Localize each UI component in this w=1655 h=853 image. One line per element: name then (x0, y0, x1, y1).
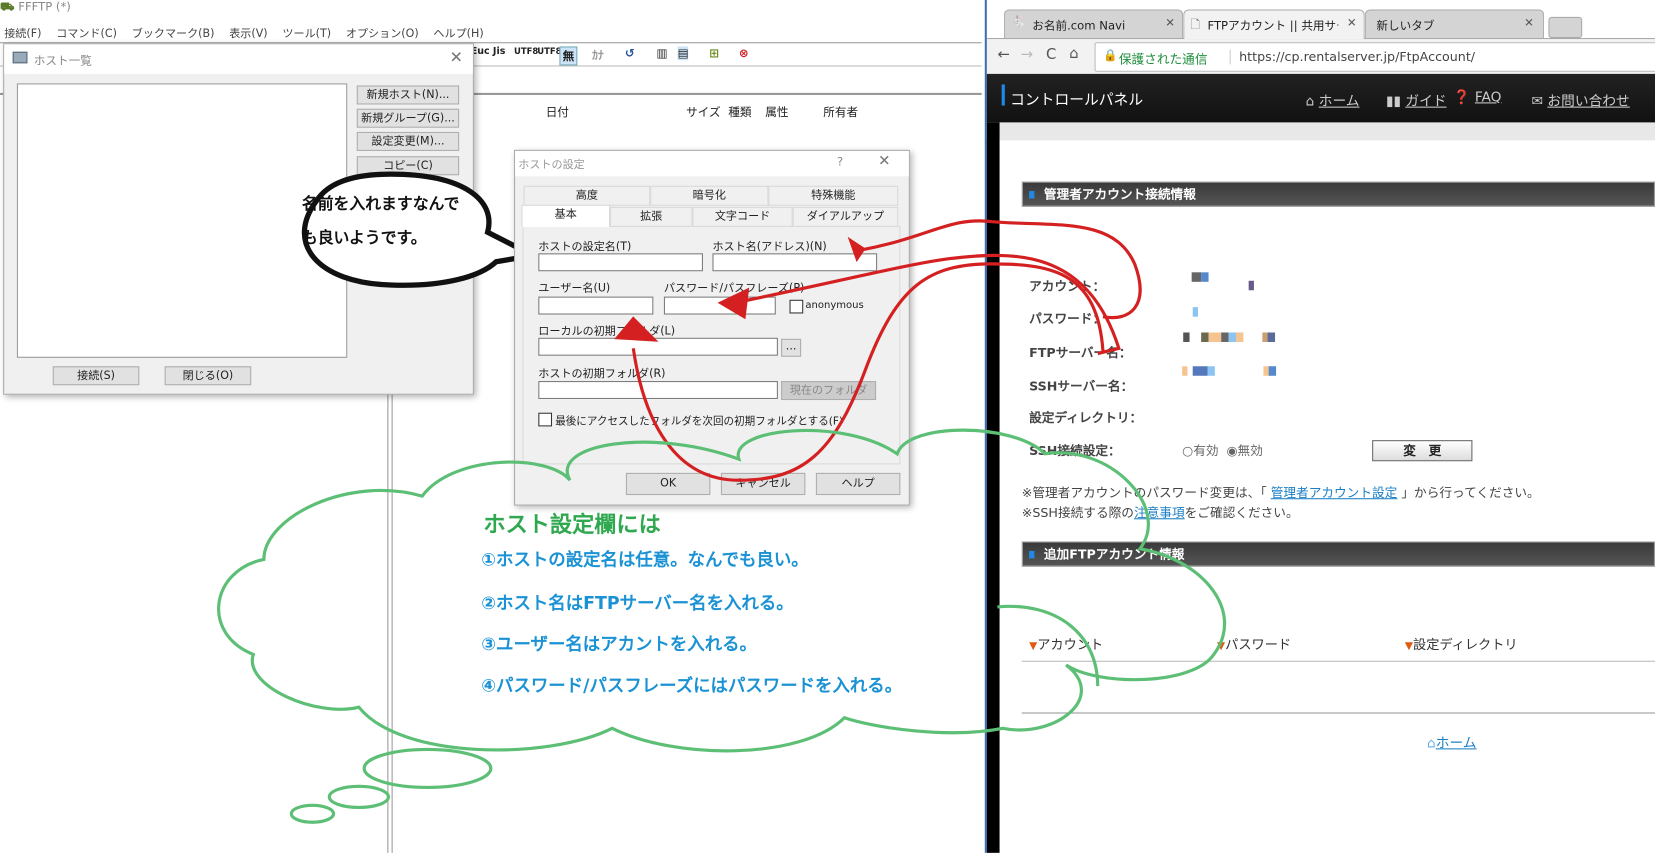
current-folder-button[interactable]: 現在のフォルダ (781, 381, 877, 401)
user-label: ユーザー名(U) (538, 281, 611, 295)
tab-advanced[interactable]: 高度 (523, 185, 651, 206)
cp-header: コントロールパネル ⌂ ホーム ▮▮ ガイド ❓ FAQ ✉ お問い合わせ (986, 73, 1655, 123)
url-text: https://cp.rentalserver.jp/FtpAccount/ (1229, 49, 1475, 65)
nav-contact[interactable]: ✉ お問い合わせ (1532, 90, 1630, 110)
anonymous-label: anonymous (805, 299, 864, 312)
address-bar[interactable]: 🔒 保護された通信 https://cp.rentalserver.jp/Ftp… (1094, 42, 1655, 72)
th-directory[interactable]: 設定ディレクトリ (1405, 633, 1518, 653)
secure-label: 保護された通信 (1118, 51, 1208, 67)
cloud-item-2: ②ホスト名はFTPサーバー名を入れる。 (481, 593, 794, 614)
ssh-on-radio[interactable]: ○有効 (1182, 441, 1218, 459)
setting-name-label: ホストの設定名(T) (538, 240, 632, 254)
last-folder-label: 最後にアクセスしたフォルダを次回の初期フォルダとする(F) (555, 415, 844, 428)
tab-charcode[interactable]: 文字コード (692, 206, 793, 227)
home-icon: ⌂ (1305, 93, 1315, 110)
host-folder-input[interactable] (538, 381, 778, 399)
cloud-item-3: ③ユーザー名はアカントを入れる。 (481, 634, 757, 655)
anonymous-checkbox[interactable] (789, 299, 804, 314)
tab-ftp-account[interactable]: 🗋 FTPアカウント || 共用サーバー ✕ (1183, 9, 1365, 40)
host-folder-label: ホストの初期フォルダ(R) (538, 367, 666, 380)
tab-encryption[interactable]: 暗号化 (650, 185, 769, 206)
help-icon[interactable]: ? (837, 155, 843, 169)
password-input[interactable] (663, 296, 776, 315)
local-folder-label: ローカルの初期フォルダ(L) (538, 325, 676, 338)
row-ssh-setting: SSH接続設定： (1029, 443, 1121, 459)
host-settings-dialog: ホストの設定 ? ✕ 高度 暗号化 特殊機能 基本 拡張 文字コード ダイアルア… (514, 149, 910, 506)
cancel-button[interactable]: キャンセル (720, 472, 806, 496)
caution-link[interactable]: 注意事項 (1134, 506, 1185, 521)
row-account: アカウント： (1029, 278, 1106, 294)
change-button[interactable]: 変 更 (1372, 440, 1473, 462)
lock-icon: 🔒 (1102, 48, 1118, 63)
cloud-item-1: ①ホストの設定名は任意。なんでも良い。 (481, 549, 809, 570)
tab-basic[interactable]: 基本 (521, 204, 611, 227)
row-password: パスワード： (1029, 311, 1106, 327)
nav-faq[interactable]: ❓ FAQ (1453, 90, 1501, 106)
close-icon[interactable]: ✕ (878, 153, 890, 170)
last-folder-checkbox[interactable] (538, 412, 553, 427)
tab-onamae[interactable]: 🐇 お名前.com Navi ✕ (1003, 9, 1184, 38)
row-directory: 設定ディレクトリ： (1029, 410, 1143, 426)
section-admin-account: 管理者アカウント接続情報 (1021, 181, 1655, 207)
row-ssh-server: SSHサーバー名： (1029, 378, 1134, 394)
close-tab-icon[interactable]: ✕ (1347, 16, 1357, 30)
close-tab-icon[interactable]: ✕ (1165, 16, 1175, 30)
setting-name-input[interactable] (538, 253, 703, 272)
tab-special[interactable]: 特殊機能 (768, 185, 899, 206)
question-icon: ❓ (1453, 89, 1471, 106)
cloud-title: ホスト設定欄には (483, 511, 661, 538)
bubble-text: 名前を入れますなんで も良いようです。 (301, 194, 460, 247)
nav-home[interactable]: ⌂ ホーム (1306, 90, 1360, 110)
close-tab-icon[interactable]: ✕ (1524, 16, 1534, 30)
row-ftp-server: FTPサーバー名： (1029, 345, 1132, 360)
th-account[interactable]: アカウント (1029, 633, 1103, 653)
admin-settings-link[interactable]: 管理者アカウント設定 (1271, 486, 1398, 501)
section-additional-ftp: 追加FTPアカウント情報 (1021, 541, 1655, 567)
tab-new[interactable]: 新しいタブ ✕ (1364, 9, 1545, 38)
note-password: ※管理者アカウントのパスワード変更は、「 管理者アカウント設定 」から行ってくだ… (1021, 485, 1540, 501)
home-link[interactable]: ⌂ホーム (1427, 731, 1476, 752)
user-input[interactable] (538, 296, 654, 315)
mail-icon: ✉ (1531, 93, 1544, 110)
host-name-input[interactable] (712, 253, 878, 272)
page-icon: 🗋 (1190, 17, 1200, 32)
rabbit-icon: 🐇 (1011, 14, 1026, 29)
forward-icon[interactable]: → (1021, 46, 1033, 63)
th-password[interactable]: パスワード (1217, 633, 1291, 653)
tab-dialup[interactable]: ダイアルアップ (792, 206, 899, 227)
house-icon: ⌂ (1427, 735, 1436, 752)
settings-title: ホストの設定 (518, 158, 585, 171)
nav-guide[interactable]: ▮▮ ガイド (1386, 90, 1447, 110)
help-button[interactable]: ヘルプ (815, 472, 901, 496)
browse-button[interactable]: ... (781, 338, 802, 357)
cp-title: コントロールパネル (1010, 91, 1144, 109)
host-name-label: ホスト名(アドレス)(N) (712, 240, 827, 254)
ssh-off-radio[interactable]: ◉無効 (1226, 441, 1262, 459)
local-folder-input[interactable] (538, 337, 778, 356)
back-icon[interactable]: ← (997, 46, 1009, 63)
ok-button[interactable]: OK (625, 472, 711, 496)
cloud-item-4: ④パスワード/パスフレーズにはパスワードを入れる。 (481, 675, 903, 696)
password-label: パスワード/パスフレーズ(P) (663, 281, 805, 295)
reload-icon[interactable]: C (1046, 46, 1056, 63)
tab-extended[interactable]: 拡張 (610, 206, 693, 227)
book-icon: ▮▮ (1385, 93, 1401, 110)
new-tab-button[interactable] (1548, 16, 1583, 38)
note-ssh: ※SSH接続する際の注意事項をご確認ください。 (1021, 505, 1299, 521)
home-icon[interactable]: ⌂ (1069, 45, 1078, 62)
